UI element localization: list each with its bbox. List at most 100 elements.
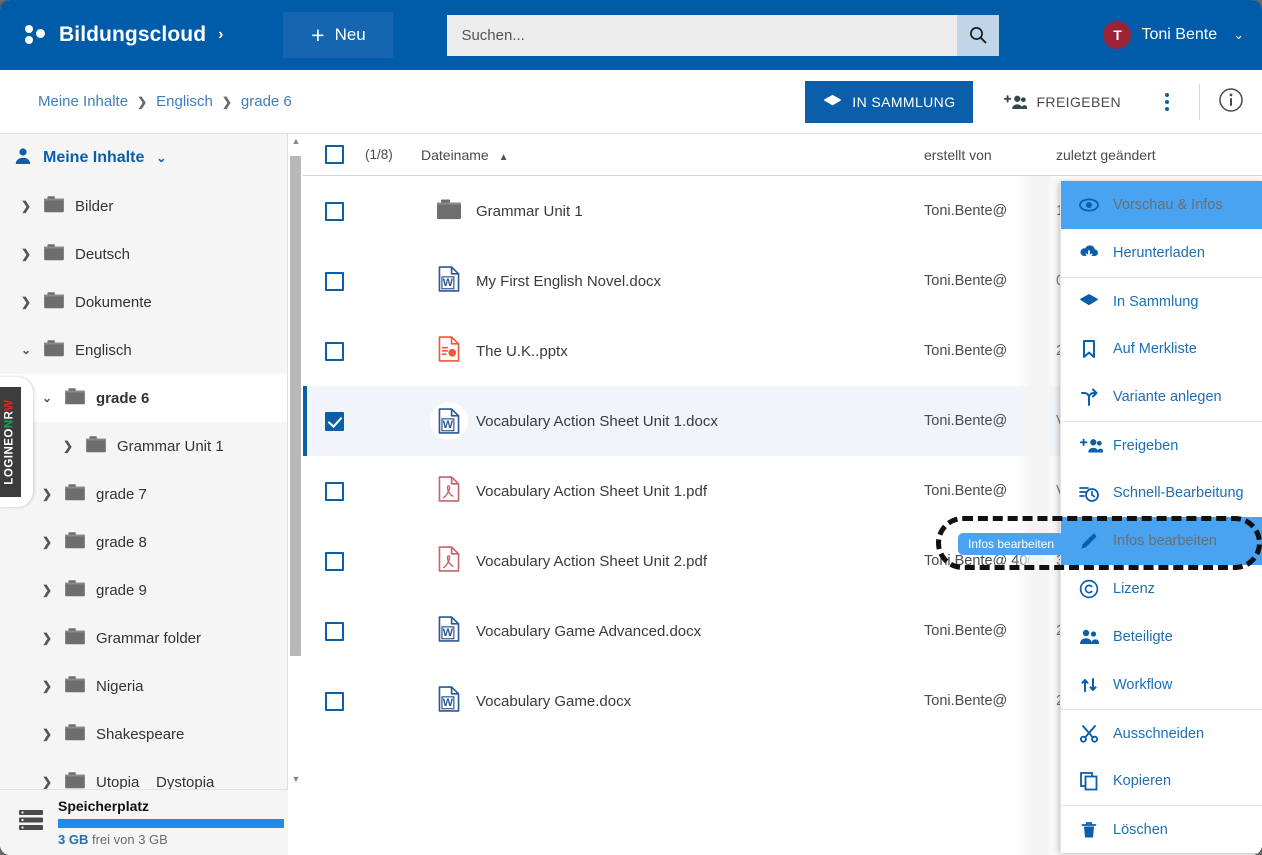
chevron-down-icon[interactable]: ⌄: [18, 343, 34, 357]
row-filename[interactable]: Vocabulary Game Advanced.docx: [421, 623, 924, 640]
chevron-right-icon[interactable]: ❯: [39, 583, 55, 597]
row-checkbox[interactable]: [324, 691, 344, 711]
scissors-icon: [1079, 724, 1099, 743]
logineo-nrw-tab[interactable]: LOGINEONRW: [0, 377, 33, 507]
logineo-nrw-badge: LOGINEONRW: [0, 387, 21, 497]
breadcrumb-item-1[interactable]: Englisch: [156, 93, 213, 110]
info-button[interactable]: [1218, 87, 1244, 118]
storage-icon: [18, 809, 44, 836]
people-icon: [1080, 629, 1099, 644]
sidebar-item-nigeria[interactable]: ❯ Nigeria: [0, 662, 287, 710]
chevron-right-icon[interactable]: ›: [218, 26, 223, 44]
sidebar-root-meine-inhalte[interactable]: Meine Inhalte ⌄: [0, 134, 287, 182]
column-header-filename[interactable]: Dateiname ▲: [421, 147, 924, 163]
logineo-prefix: LOGINEO: [4, 428, 16, 485]
row-checkbox[interactable]: [324, 271, 344, 291]
menu-item-in-sammlung[interactable]: In Sammlung: [1061, 277, 1262, 325]
column-header-creator[interactable]: erstellt von: [924, 147, 1056, 163]
menu-item-lizenz[interactable]: Lizenz: [1061, 565, 1262, 613]
chevron-right-icon[interactable]: ❯: [18, 199, 34, 213]
chevron-right-icon[interactable]: ❯: [18, 295, 34, 309]
menu-item-freigeben[interactable]: Freigeben: [1061, 421, 1262, 469]
chevron-down-icon[interactable]: ⌄: [156, 151, 166, 165]
menu-item-ausschneiden[interactable]: Ausschneiden: [1061, 709, 1262, 757]
menu-item-beteiligte[interactable]: Beteiligte: [1061, 613, 1262, 661]
breadcrumb-item-2[interactable]: grade 6: [241, 93, 292, 110]
search-input[interactable]: [447, 14, 958, 56]
column-header-modified[interactable]: zuletzt geändert: [1056, 147, 1262, 163]
bookmark-icon: [1083, 340, 1095, 358]
storage-free-text: 3 GB frei von 3 GB: [58, 832, 284, 847]
sidebar-item-englisch[interactable]: ⌄ Englisch: [0, 326, 287, 374]
row-filename[interactable]: My First English Novel.docx: [421, 273, 924, 290]
sidebar-item-deutsch[interactable]: ❯ Deutsch: [0, 230, 287, 278]
row-filename[interactable]: Vocabulary Action Sheet Unit 1.docx: [421, 413, 924, 430]
sidebar-item-grade-6[interactable]: ⌄ grade 6: [0, 374, 287, 422]
sidebar-item-bilder[interactable]: ❯ Bilder: [0, 182, 287, 230]
menu-item-auf-merkliste[interactable]: Auf Merkliste: [1061, 325, 1262, 373]
sidebar-item-grade-7[interactable]: ❯ grade 7: [0, 470, 287, 518]
new-button[interactable]: + Neu: [283, 12, 394, 58]
row-filename[interactable]: The U.K..pptx: [421, 343, 924, 360]
row-filename[interactable]: Vocabulary Action Sheet Unit 1.pdf: [421, 483, 924, 500]
row-checkbox[interactable]: [324, 551, 344, 571]
menu-item-infos-bearbeiten[interactable]: Infos bearbeiten: [1061, 517, 1262, 565]
sort-ascending-icon[interactable]: ▲: [499, 152, 509, 163]
in-sammlung-button[interactable]: IN SAMMLUNG: [805, 81, 974, 123]
freigeben-label: FREIGEBEN: [1036, 94, 1121, 110]
new-button-label: Neu: [334, 25, 366, 44]
sidebar-item-grade-9[interactable]: ❯ grade 9: [0, 566, 287, 614]
sidebar-item-shakespeare[interactable]: ❯ Shakespeare: [0, 710, 287, 758]
share-users-icon: [1004, 94, 1028, 109]
menu-item-label: Workflow: [1113, 677, 1173, 693]
chevron-down-icon[interactable]: ⌄: [39, 391, 55, 405]
workflow-icon: [1081, 678, 1097, 692]
chevron-right-icon[interactable]: ❯: [39, 631, 55, 645]
row-checkbox[interactable]: [324, 621, 344, 641]
row-checkbox[interactable]: [324, 411, 344, 431]
row-checkbox[interactable]: [324, 481, 344, 501]
scroll-down-arrow-icon[interactable]: ▼: [290, 774, 302, 786]
menu-item-kopieren[interactable]: Kopieren: [1061, 757, 1262, 805]
row-filename[interactable]: Vocabulary Action Sheet Unit 2.pdf: [421, 553, 924, 570]
copyright-icon: [1079, 579, 1113, 599]
row-checkbox[interactable]: [324, 341, 344, 361]
chevron-right-icon[interactable]: ❯: [18, 247, 34, 261]
chevron-right-icon[interactable]: ❯: [39, 775, 55, 789]
menu-item-herunterladen[interactable]: Herunterladen: [1061, 229, 1262, 277]
row-filename[interactable]: Grammar Unit 1: [421, 203, 924, 220]
scroll-up-arrow-icon[interactable]: ▲: [290, 136, 302, 148]
search-button[interactable]: [957, 14, 1000, 56]
sidebar-scrollbar[interactable]: ▲ ▼: [288, 134, 302, 789]
chevron-right-icon[interactable]: ❯: [39, 487, 55, 501]
menu-item-workflow[interactable]: Workflow: [1061, 661, 1262, 709]
branch-icon: [1079, 387, 1113, 407]
select-all-checkbox[interactable]: [324, 145, 344, 164]
sidebar-item-grade-8[interactable]: ❯ grade 8: [0, 518, 287, 566]
freigeben-button[interactable]: FREIGEBEN: [997, 93, 1127, 112]
copyright-icon: [1079, 579, 1099, 599]
breadcrumb-item-0[interactable]: Meine Inhalte: [38, 93, 128, 110]
scrollbar-thumb[interactable]: [290, 156, 301, 656]
row-creator: Toni.Bente@ 4000: [924, 553, 1044, 569]
user-menu[interactable]: T Toni Bente ⌄: [1103, 0, 1244, 70]
menu-item-schnell-bearbeitung[interactable]: Schnell-Bearbeitung: [1061, 469, 1262, 517]
row-filename[interactable]: Vocabulary Game.docx: [421, 693, 924, 710]
sidebar-item-grammar-unit-1[interactable]: ❯ Grammar Unit 1: [0, 422, 287, 470]
sidebar-item-grammar-folder[interactable]: ❯ Grammar folder: [0, 614, 287, 662]
menu-item-label: Freigeben: [1113, 437, 1179, 454]
sidebar-item-utopia-dystopia[interactable]: ❯ Utopia _ Dystopia: [0, 758, 287, 789]
chevron-down-icon[interactable]: ⌄: [1233, 27, 1244, 43]
chevron-right-icon[interactable]: ❯: [39, 535, 55, 549]
menu-item-l-schen[interactable]: Löschen: [1061, 805, 1262, 853]
menu-item-variante-anlegen[interactable]: Variante anlegen: [1061, 373, 1262, 421]
folder-icon: [64, 483, 86, 505]
menu-item-vorschau-infos[interactable]: Vorschau & Infos: [1061, 181, 1262, 229]
chevron-right-icon[interactable]: ❯: [60, 439, 76, 453]
chevron-right-icon[interactable]: ❯: [39, 679, 55, 693]
more-options-button[interactable]: [1155, 86, 1179, 118]
row-checkbox[interactable]: [324, 201, 344, 221]
brand[interactable]: Bildungscloud ›: [22, 22, 223, 48]
chevron-right-icon[interactable]: ❯: [39, 727, 55, 741]
sidebar-item-dokumente[interactable]: ❯ Dokumente: [0, 278, 287, 326]
